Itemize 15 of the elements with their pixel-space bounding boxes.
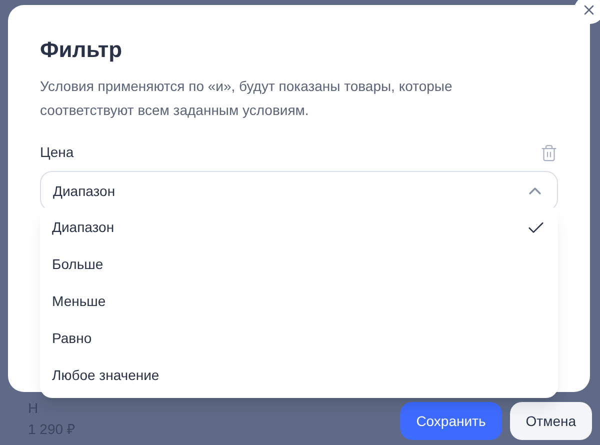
dropdown-option[interactable]: Меньше <box>40 283 558 320</box>
field-label: Цена <box>40 143 74 162</box>
option-label: Меньше <box>52 292 106 311</box>
dropdown-option[interactable]: Любое значение <box>40 357 558 394</box>
option-label: Больше <box>52 255 104 274</box>
dropdown-option[interactable]: Равно <box>40 320 558 357</box>
dialog-title: Фильтр <box>40 36 124 64</box>
save-button[interactable]: Сохранить <box>400 402 502 440</box>
option-label: Любое значение <box>52 366 160 385</box>
option-label: Равно <box>52 329 92 348</box>
dropdown-option[interactable]: Диапазон <box>40 209 558 246</box>
dropdown-option[interactable]: Больше <box>40 246 558 283</box>
option-label: Диапазон <box>52 218 114 237</box>
cancel-button[interactable]: Отмена <box>510 402 592 440</box>
dialog-description: Условия применяются по «и», будут показаны товары, которые соответствуют всем заданным условиям. <box>40 77 454 120</box>
